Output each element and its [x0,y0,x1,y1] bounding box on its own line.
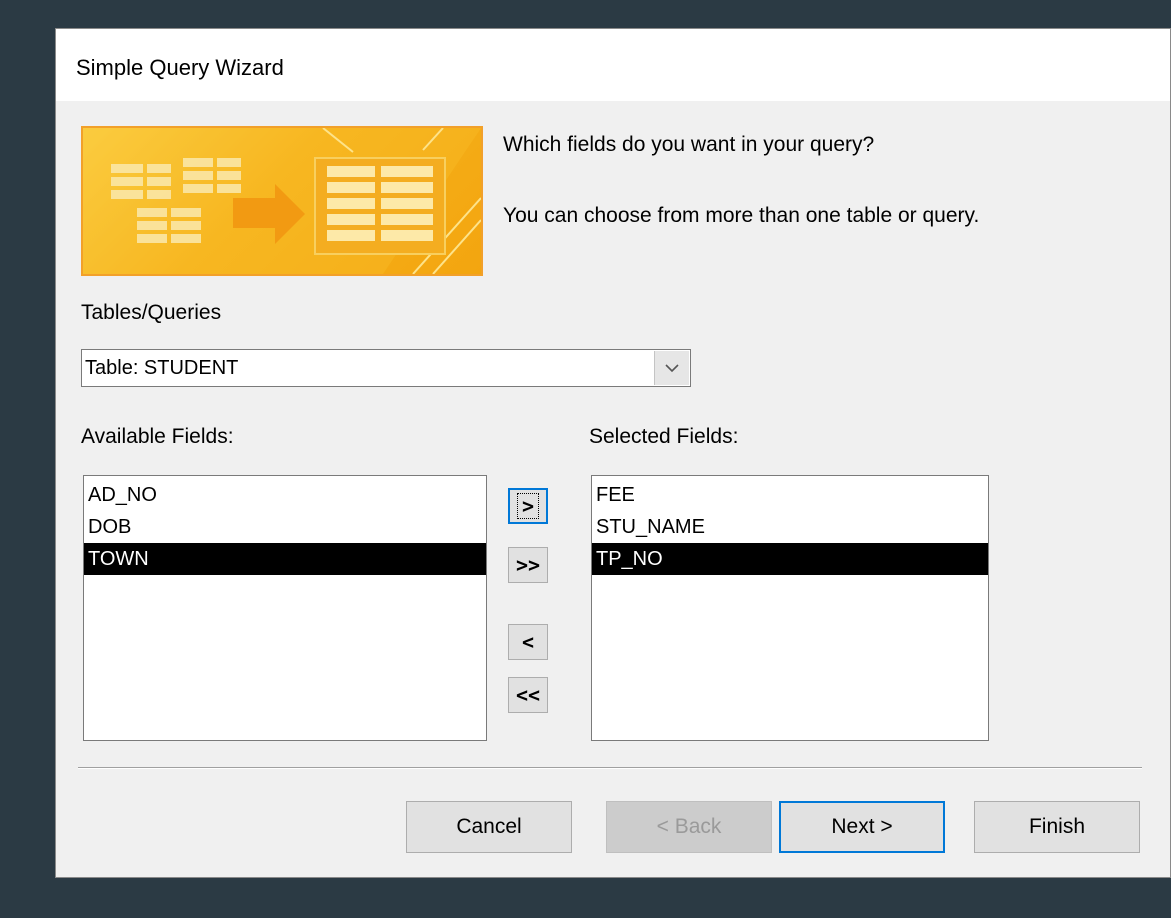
add-field-label: > [516,493,540,519]
tables-queries-value: Table: STUDENT [85,357,239,379]
finish-button[interactable]: Finish [974,801,1140,853]
wizard-prompt-hint: You can choose from more than one table … [503,204,980,227]
list-item[interactable]: FEE [592,479,988,511]
remove-field-label: < [521,630,535,654]
add-all-label: >> [515,553,541,577]
remove-all-fields-button[interactable]: << [508,677,548,713]
list-item-selected[interactable]: TOWN [84,543,486,575]
cancel-button[interactable]: Cancel [406,801,572,853]
footer-separator [78,767,1142,769]
dropdown-button[interactable] [654,351,689,385]
list-item[interactable]: DOB [84,511,486,543]
chevron-down-icon [665,364,679,373]
wizard-banner-image [81,126,483,276]
dialog-titlebar: Simple Query Wizard [56,29,1170,101]
add-all-fields-button[interactable]: >> [508,547,548,583]
add-field-button[interactable]: > [508,488,548,524]
wizard-prompt-question: Which fields do you want in your query? [503,133,875,156]
tables-queries-label: Tables/Queries [81,301,222,324]
list-item[interactable]: STU_NAME [592,511,988,543]
selected-fields-label: Selected Fields: [589,425,739,448]
next-button[interactable]: Next > [779,801,945,853]
list-item-selected[interactable]: TP_NO [592,543,988,575]
selected-fields-listbox[interactable]: FEE STU_NAME TP_NO [591,475,989,741]
back-button: < Back [606,801,772,853]
tables-queries-combobox[interactable]: Table: STUDENT [81,349,691,387]
query-wizard-dialog: Simple Query Wizard Which fields do you … [55,28,1171,878]
available-fields-listbox[interactable]: AD_NO DOB TOWN [83,475,487,741]
tables-to-query-icon [83,128,481,274]
remove-field-button[interactable]: < [508,624,548,660]
remove-all-label: << [515,683,541,707]
dialog-title: Simple Query Wizard [76,55,284,80]
available-fields-label: Available Fields: [81,425,234,448]
list-item[interactable]: AD_NO [84,479,486,511]
